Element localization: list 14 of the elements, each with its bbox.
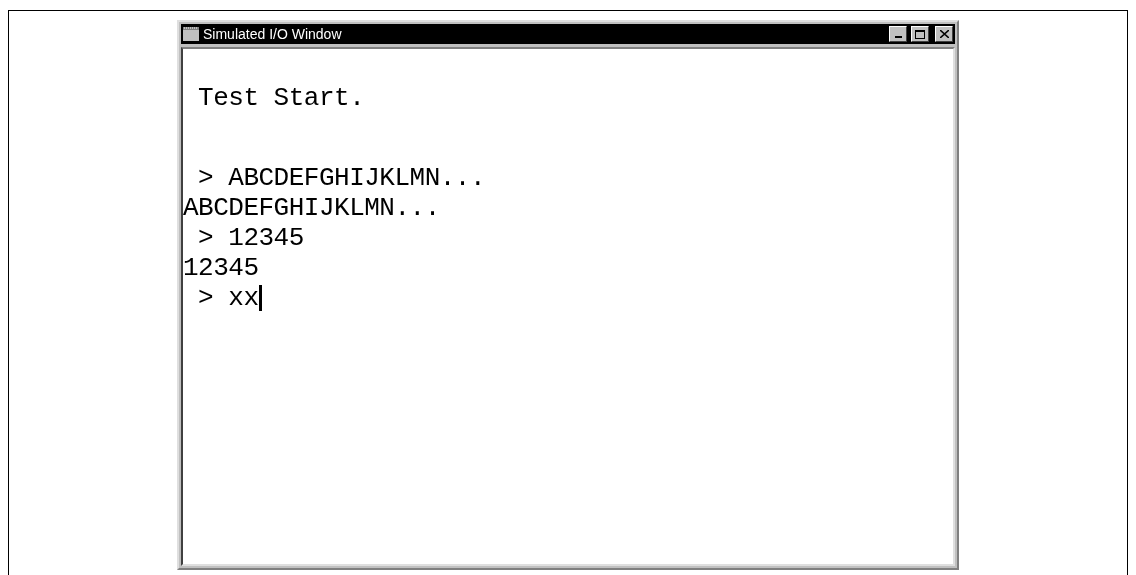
console-line: Test Start.: [197, 83, 365, 113]
console-line: > 12345: [197, 223, 304, 253]
close-icon: [939, 30, 949, 38]
maximize-button[interactable]: [911, 26, 929, 42]
console-line: > xx: [197, 283, 259, 313]
console-line: ABCDEFGHIJKLMN...: [183, 193, 440, 223]
maximize-icon: [915, 29, 925, 39]
minimize-button[interactable]: [889, 26, 907, 42]
minimize-icon: [894, 36, 902, 38]
close-button[interactable]: [935, 26, 953, 42]
window-icon: [183, 27, 199, 41]
console-line: > ABCDEFGHIJKLMN...: [197, 163, 486, 193]
console-line: 12345: [183, 253, 259, 283]
window-title: Simulated I/O Window: [203, 27, 343, 41]
